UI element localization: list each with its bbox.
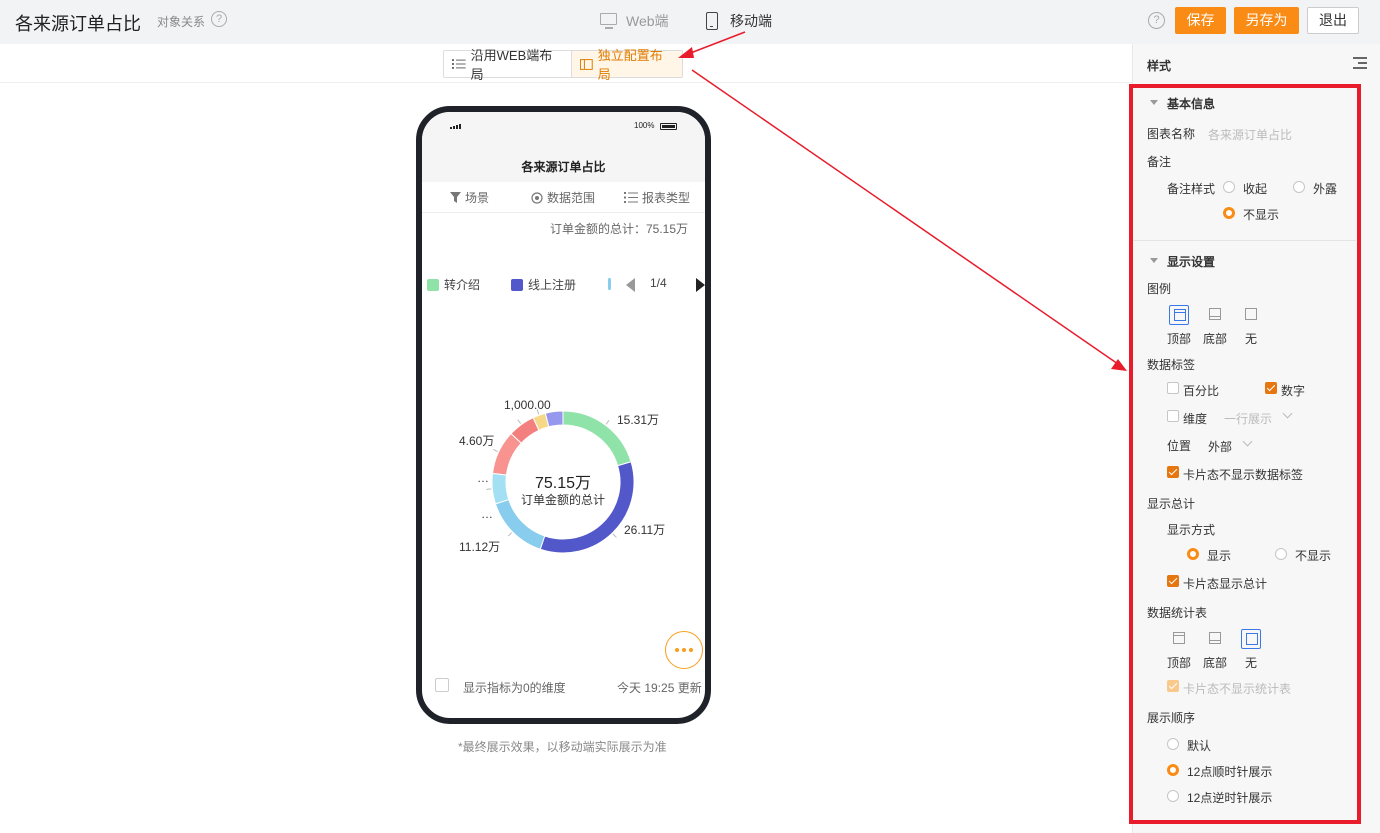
- legend-item[interactable]: 转介绍: [427, 276, 480, 293]
- legend-label: 转介绍: [444, 278, 481, 292]
- phone-status-bar: 100%: [422, 112, 705, 150]
- more-button[interactable]: [665, 631, 703, 669]
- filter-scene[interactable]: 场景: [450, 189, 489, 206]
- tab-web[interactable]: Web端: [599, 11, 669, 31]
- leader-line: [507, 532, 513, 537]
- layout-switch: 沿用WEB端布局 独立配置布局: [443, 48, 683, 82]
- phone-preview: 100% 各来源订单占比 场景 数据范围 报表类型 订单金额的总计：75.15万…: [416, 106, 711, 724]
- total-summary: 订单金额的总计：75.15万: [549, 222, 688, 236]
- leader-label-2: 11.12万: [459, 540, 500, 554]
- filter-scene-label: 场景: [465, 191, 490, 205]
- legend-next-icon[interactable]: [696, 278, 705, 292]
- donut-slice[interactable]: [491, 432, 523, 476]
- battery-icon: [660, 123, 677, 130]
- leader-label-1: 26.11万: [624, 523, 665, 537]
- collapse-panel-icon[interactable]: [1353, 57, 1367, 69]
- filter-report-type[interactable]: 报表类型: [624, 189, 690, 206]
- show-zero-label: 显示指标为0的维度: [463, 681, 566, 695]
- legend-swatch: [511, 278, 523, 291]
- donut-slice[interactable]: [544, 410, 564, 428]
- divider: [0, 82, 1132, 83]
- legend-swatch-partial: [608, 278, 611, 290]
- donut-slice[interactable]: [494, 498, 546, 550]
- show-zero-checkbox[interactable]: [435, 678, 449, 692]
- save-as-button[interactable]: 另存为: [1234, 7, 1299, 34]
- tab-web-label: Web端: [626, 13, 669, 29]
- battery-text: 100%: [634, 121, 655, 130]
- list-icon: [624, 192, 638, 203]
- leader-label-0: 15.31万: [617, 413, 659, 427]
- donut-slice[interactable]: [491, 472, 510, 505]
- leader-line: [493, 449, 498, 453]
- leader-line: [605, 419, 610, 425]
- phone-filters: 场景 数据范围 报表类型: [422, 182, 705, 213]
- legend-swatch: [427, 278, 439, 291]
- exit-button[interactable]: 退出: [1307, 7, 1359, 34]
- monitor-icon: [599, 12, 619, 30]
- leader-line: [612, 533, 617, 538]
- legend-pager: 1/4: [650, 276, 667, 290]
- layout-icon: [580, 58, 593, 70]
- leader-line: [517, 419, 522, 425]
- leader-label-3: …: [481, 507, 493, 521]
- independent-layout-button[interactable]: 独立配置布局: [572, 48, 682, 82]
- page-title: 各来源订单占比: [15, 14, 141, 34]
- canvas-note: *最终展示效果，以移动端实际展示为准: [458, 740, 667, 754]
- leader-label-4: …: [477, 471, 489, 485]
- signal-icon: [450, 124, 461, 129]
- leader-label-6: 1,000.00: [504, 398, 551, 412]
- filter-report-type-label: 报表类型: [642, 191, 691, 205]
- list-icon: [452, 59, 466, 69]
- funnel-icon: [450, 192, 461, 203]
- filter-data-range[interactable]: 数据范围: [531, 189, 595, 206]
- object-relation-link[interactable]: 对象关系: [157, 13, 205, 30]
- update-time: 今天 19:25 更新: [617, 681, 702, 695]
- filter-data-range-label: 数据范围: [547, 191, 596, 205]
- center-value: 75.15万: [535, 475, 591, 492]
- independent-layout-label: 独立配置布局: [597, 48, 663, 82]
- phone-chart-title: 各来源订单占比: [422, 150, 705, 182]
- legend-item[interactable]: 线上注册: [511, 276, 576, 293]
- tab-mobile-label: 移动端: [730, 13, 772, 29]
- web-layout-button[interactable]: 沿用WEB端布局: [444, 48, 572, 82]
- donut-chart: 15.31万 26.11万 11.12万 … … 4.60万 1,000.00 …: [459, 398, 665, 554]
- highlight-box: [1129, 84, 1361, 824]
- save-button[interactable]: 保存: [1175, 7, 1226, 34]
- legend-label: 线上注册: [528, 278, 577, 292]
- legend-prev-icon[interactable]: [626, 278, 635, 292]
- mobile-phone-icon: [706, 12, 718, 30]
- tab-mobile[interactable]: 移动端: [706, 11, 772, 31]
- chart-legend: 转介绍 线上注册 1/4: [427, 276, 705, 294]
- help-icon[interactable]: ?: [1148, 12, 1165, 29]
- web-layout-label: 沿用WEB端布局: [470, 48, 553, 82]
- center-label: 订单金额的总计: [521, 492, 605, 507]
- top-bar: 各来源订单占比 对象关系 ? Web端 移动端 ? 保存 另存为 退出: [0, 0, 1380, 44]
- help-icon[interactable]: ?: [211, 11, 227, 27]
- panel-title: 样式: [1147, 59, 1172, 73]
- leader-label-5: 4.60万: [459, 434, 494, 448]
- target-icon: [531, 191, 543, 204]
